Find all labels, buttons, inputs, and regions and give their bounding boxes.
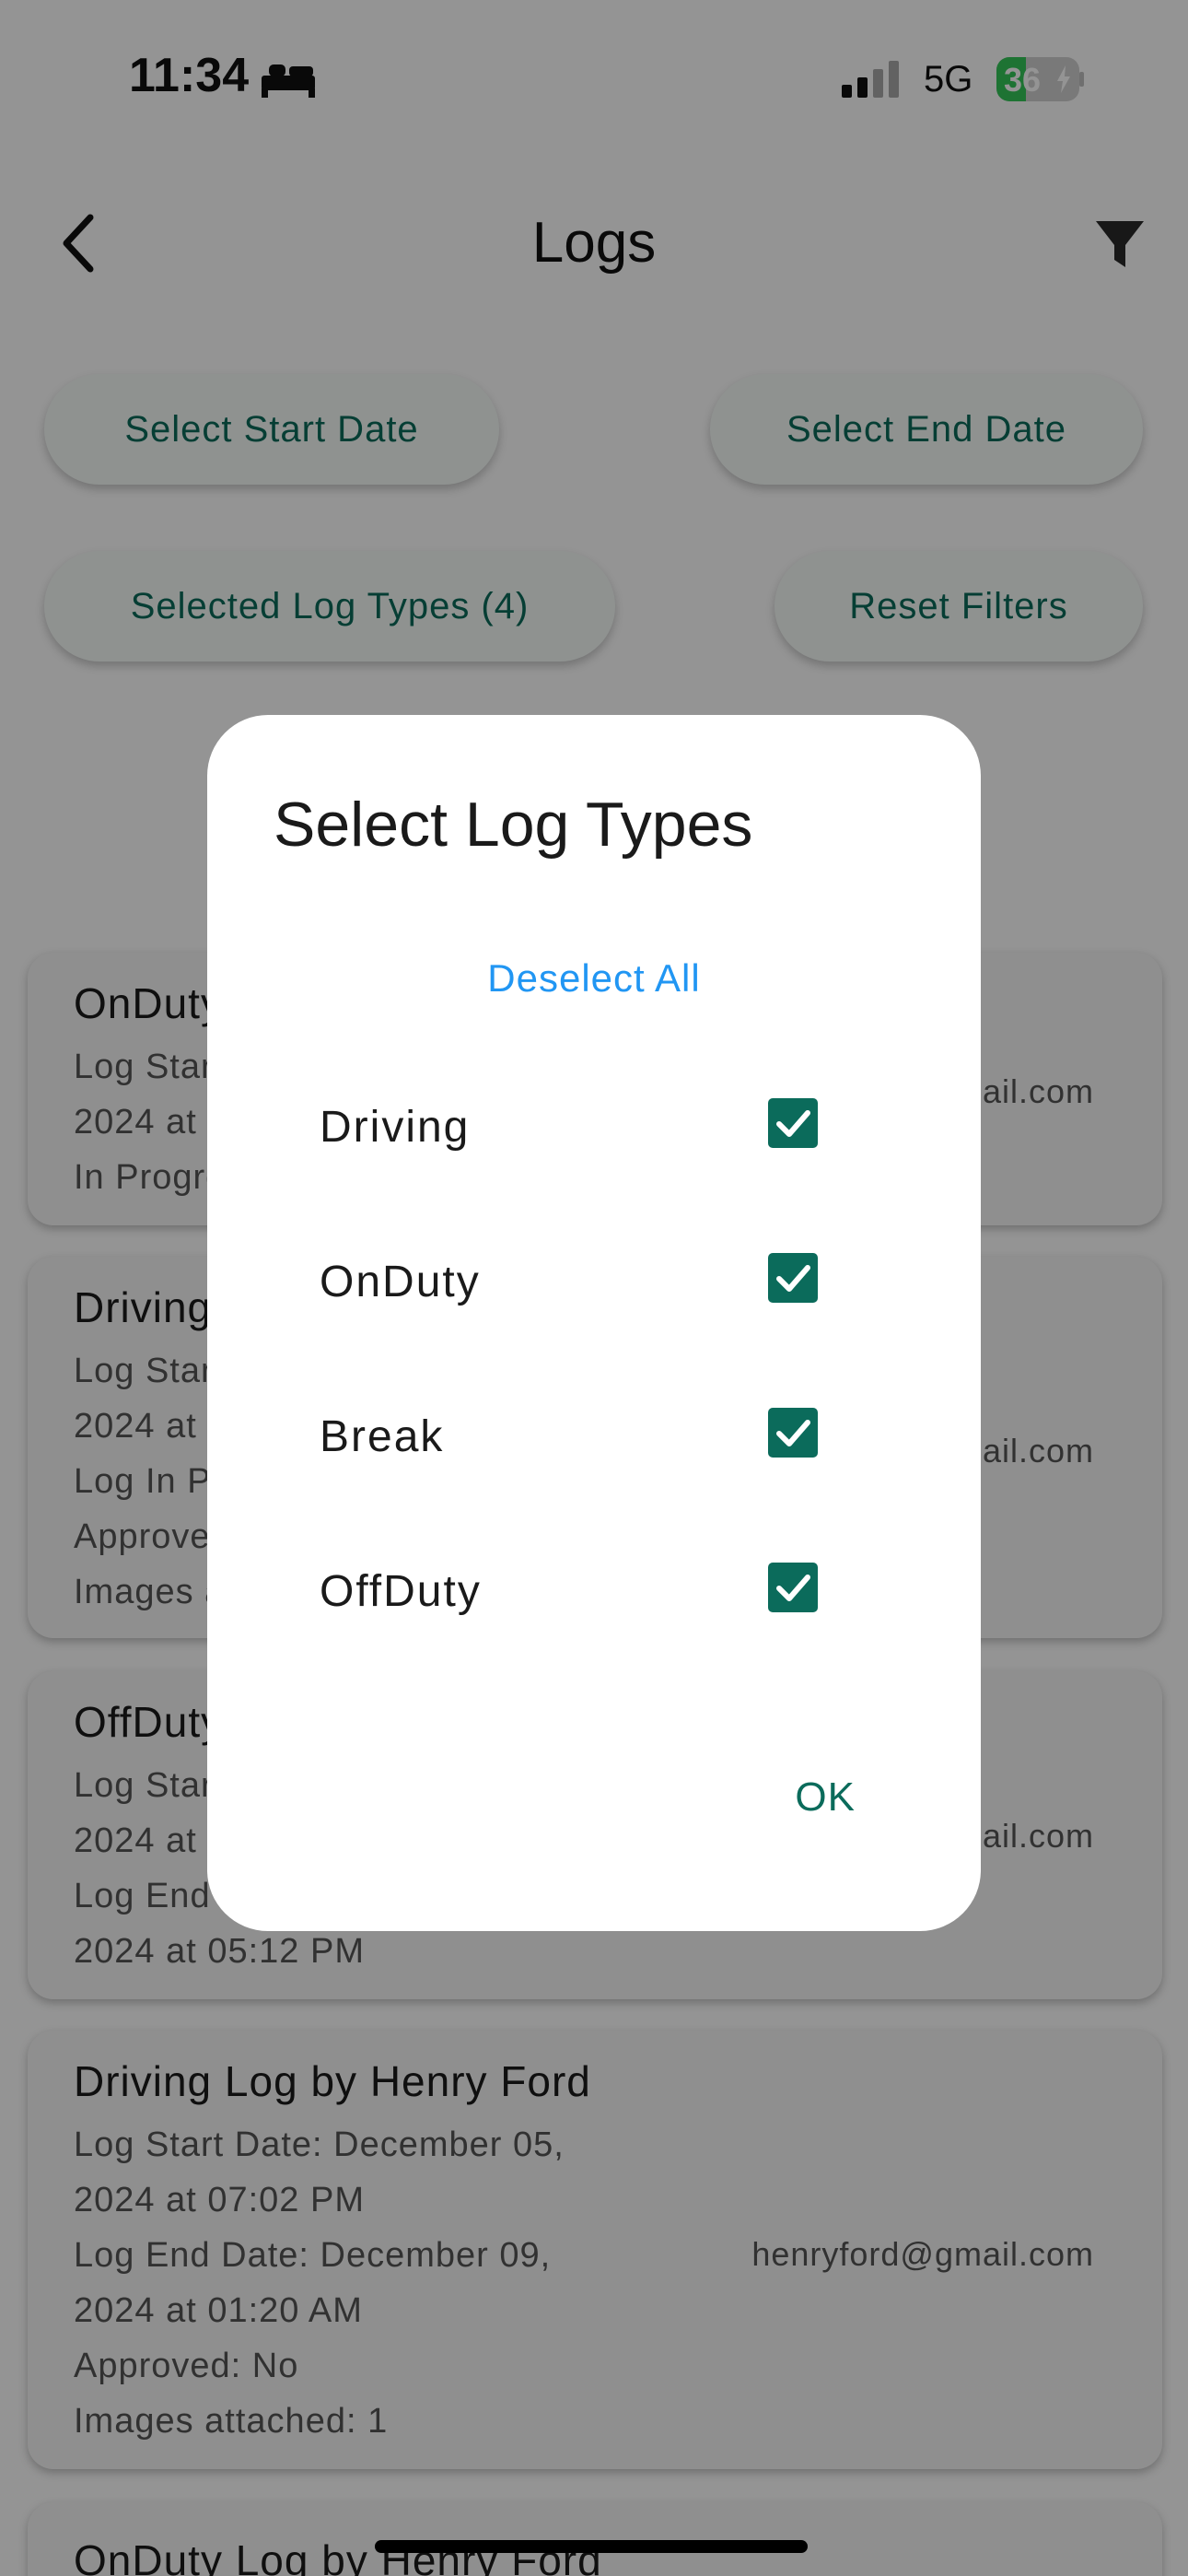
driving-checkbox[interactable]	[768, 1098, 818, 1148]
deselect-all-button[interactable]: Deselect All	[207, 956, 981, 1001]
checkmark-icon	[776, 1265, 810, 1292]
onduty-checkbox[interactable]	[768, 1253, 818, 1303]
home-indicator[interactable]	[375, 2540, 808, 2553]
option-label: Break	[320, 1412, 445, 1461]
checkmark-icon	[776, 1575, 810, 1601]
option-break[interactable]: Break	[262, 1382, 944, 1493]
option-label: Driving	[320, 1103, 471, 1152]
option-offduty[interactable]: OffDuty	[262, 1537, 944, 1647]
break-checkbox[interactable]	[768, 1408, 818, 1458]
option-label: OffDuty	[320, 1567, 482, 1616]
offduty-checkbox[interactable]	[768, 1563, 818, 1612]
checkmark-icon	[776, 1110, 810, 1137]
ok-button[interactable]: OK	[795, 1774, 856, 1821]
logs-screen: 11:34 5G 36 Logs Select Start Date Selec…	[0, 0, 1188, 2576]
select-log-types-dialog: Select Log Types Deselect All Driving On…	[207, 715, 981, 1931]
checkmark-icon	[776, 1420, 810, 1446]
option-label: OnDuty	[320, 1258, 481, 1306]
option-onduty[interactable]: OnDuty	[262, 1227, 944, 1338]
option-driving[interactable]: Driving	[262, 1072, 944, 1183]
dialog-title: Select Log Types	[274, 790, 753, 860]
